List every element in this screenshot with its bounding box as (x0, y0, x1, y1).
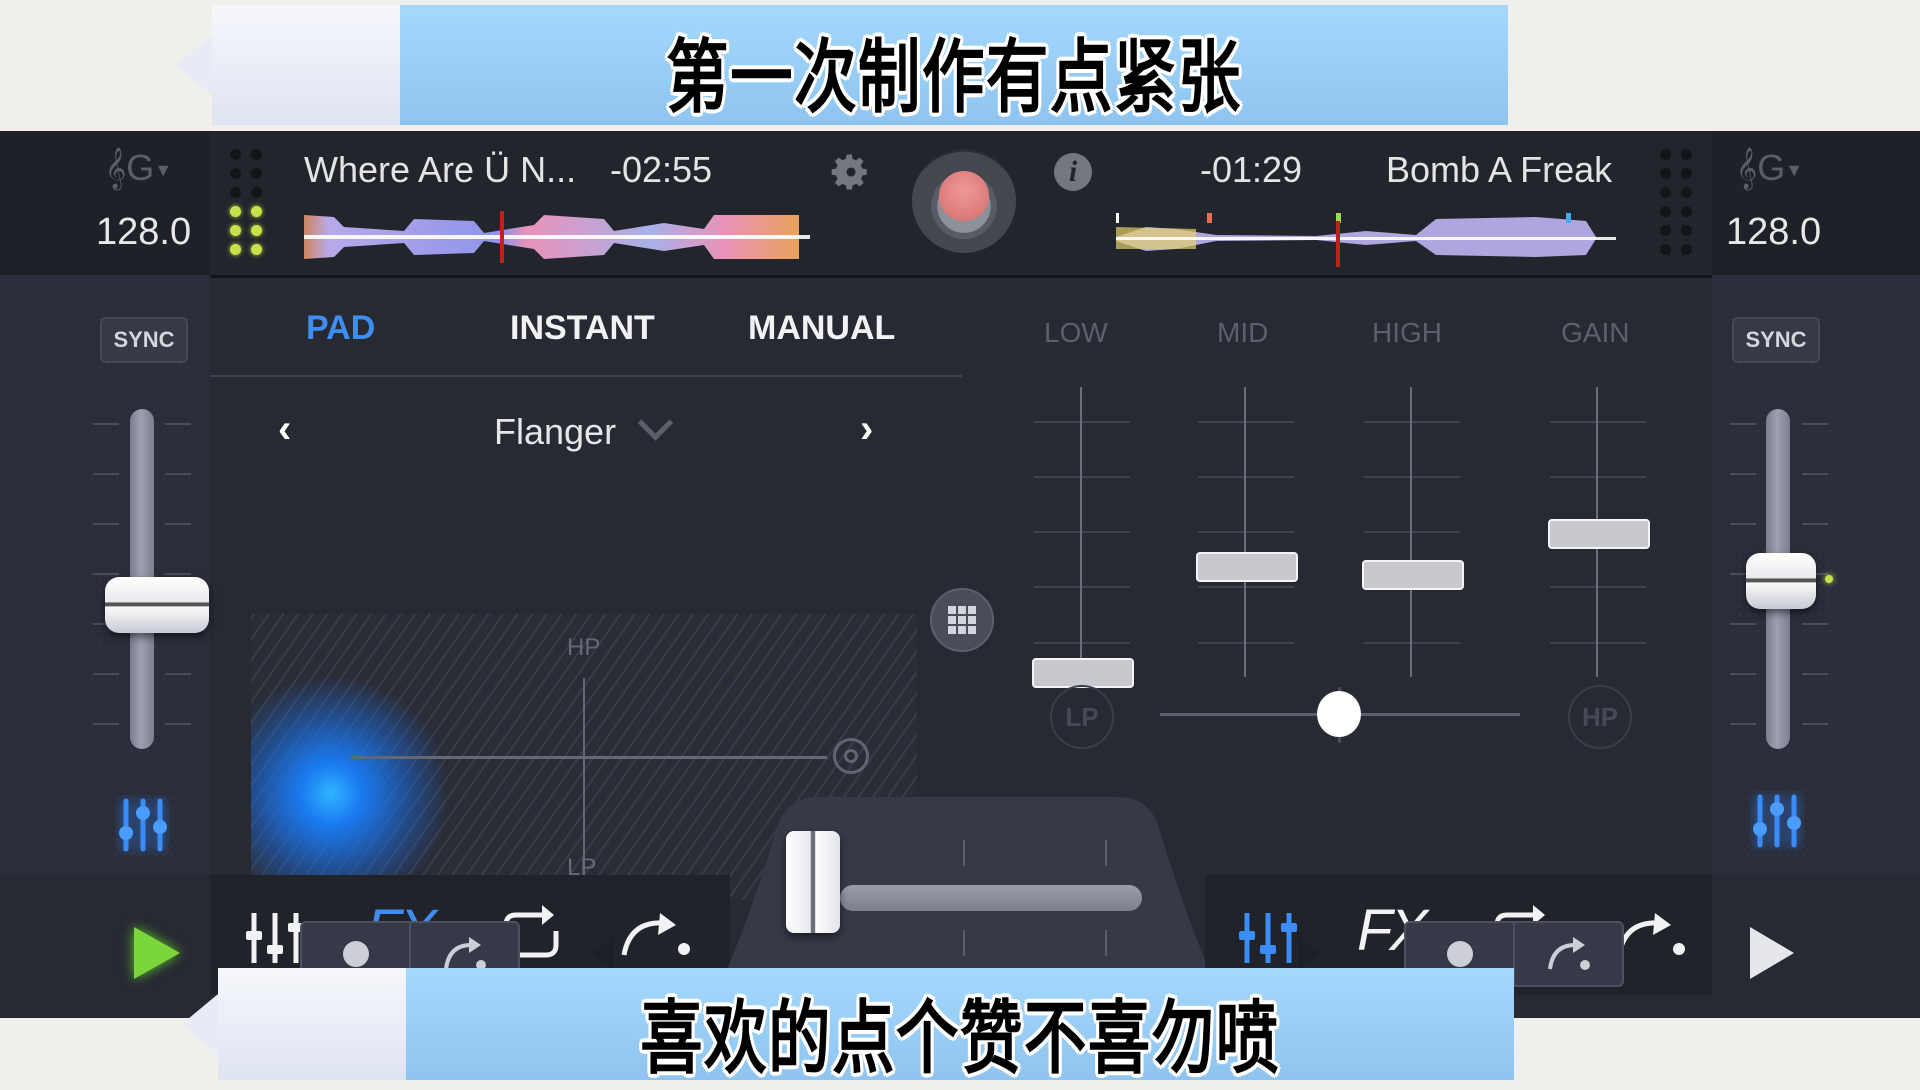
pad-horizontal-line (351, 756, 827, 759)
deck-header: 𝄞G▼ 128.0 Where Are Ü N... -02:55 i -01:… (0, 131, 1920, 278)
eq-panel: LOW MID HIGH GAIN LP HP (1000, 275, 1712, 875)
eq-slider-high[interactable] (1362, 387, 1464, 679)
filter-knob[interactable] (1317, 691, 1361, 737)
right-key-selector[interactable]: 𝄞G▼ (1736, 147, 1803, 190)
eq-label-low: LOW (1044, 317, 1108, 348)
caption-notch (182, 994, 218, 1054)
top-caption-text: 第一次制作有点紧张 (666, 31, 1242, 124)
caption-notch (176, 35, 212, 95)
crossfader-track[interactable] (840, 885, 1142, 911)
treble-clef-icon: 𝄞 (1736, 147, 1758, 188)
dropdown-arrow-icon: ▼ (1785, 159, 1804, 180)
right-pitch-panel: SYNC (1712, 275, 1920, 875)
info-icon[interactable]: i (1054, 153, 1092, 191)
eq-slider-gain[interactable] (1548, 387, 1650, 679)
sampler-icon[interactable] (620, 913, 692, 962)
record-icon (939, 171, 989, 221)
mixer-icon[interactable] (116, 795, 170, 860)
caption-left-tab (212, 5, 400, 125)
treble-clef-icon: 𝄞 (105, 147, 127, 188)
left-pitch-panel: SYNC (0, 275, 210, 875)
left-key-column: 𝄞G▼ 128.0 (0, 131, 210, 275)
pad-hp-label: HP (567, 634, 601, 661)
left-time-remaining: -02:55 (610, 149, 713, 190)
target-icon (833, 738, 869, 774)
tab-instant[interactable]: INSTANT (510, 309, 655, 348)
effect-name: Flanger (494, 411, 617, 452)
next-effect-button[interactable]: › (860, 407, 873, 452)
left-level-meter (230, 149, 263, 255)
effect-selector[interactable]: Flanger (494, 405, 673, 453)
eq-knob-high[interactable] (1362, 560, 1464, 590)
sampler-icon (443, 937, 486, 970)
mixer-icon[interactable] (1750, 791, 1804, 856)
right-waveform[interactable] (1116, 207, 1616, 267)
grid-button[interactable] (930, 588, 994, 652)
touch-point-glow (251, 674, 451, 900)
left-key-selector[interactable]: 𝄞G▼ (105, 147, 172, 190)
right-track-title[interactable]: Bomb A Freak (1386, 149, 1612, 191)
mixer-icon[interactable] (1237, 909, 1303, 972)
right-pitch-fader-knob[interactable] (1746, 553, 1816, 609)
pitch-indicator-led (1825, 575, 1833, 583)
right-key-column: 𝄞G▼ 128.0 (1712, 131, 1920, 275)
top-caption-banner: 第一次制作有点紧张 (176, 5, 1508, 125)
right-level-meter (1660, 149, 1693, 255)
eq-knob-low[interactable] (1032, 658, 1134, 688)
bottom-caption-text: 喜欢的点个赞不喜勿喷 (640, 992, 1280, 1085)
sampler-icon (1547, 937, 1590, 970)
eq-slider-low[interactable] (1032, 387, 1134, 688)
record-button[interactable] (912, 149, 1016, 253)
tabs-divider (210, 375, 962, 377)
bottom-caption-banner: 喜欢的点个赞不喜勿喷 (182, 968, 1514, 1085)
right-sampler-button[interactable] (1513, 923, 1622, 985)
eq-label-high: HIGH (1372, 317, 1442, 348)
left-waveform[interactable] (304, 211, 810, 263)
right-bpm: 128.0 (1726, 211, 1822, 253)
right-time-remaining: -01:29 (1200, 149, 1303, 190)
sampler-icon[interactable] (1615, 913, 1687, 962)
left-nudge-arrow[interactable] (592, 935, 614, 971)
eq-label-mid: MID (1217, 317, 1269, 348)
eq-knob-gain[interactable] (1548, 519, 1650, 549)
filter-slider[interactable] (1160, 687, 1520, 743)
right-play-button[interactable] (1750, 927, 1794, 979)
dropdown-arrow-icon: ▼ (154, 159, 173, 180)
eq-knob-mid[interactable] (1196, 552, 1298, 582)
lp-filter-button[interactable]: LP (1050, 685, 1114, 749)
eq-slider-mid[interactable] (1196, 387, 1298, 679)
dj-app: 𝄞G▼ 128.0 Where Are Ü N... -02:55 i -01:… (0, 131, 1920, 1018)
caption-left-tab (218, 968, 406, 1080)
grid-icon (948, 606, 976, 634)
prev-effect-button[interactable]: ‹ (278, 407, 291, 452)
left-bpm: 128.0 (96, 211, 192, 253)
left-play-button[interactable] (134, 927, 180, 979)
eq-label-gain: GAIN (1561, 317, 1630, 348)
left-track-title[interactable]: Where Are Ü N... (304, 149, 576, 191)
right-nudge-arrow[interactable] (1298, 935, 1320, 971)
chevron-down-icon (637, 405, 673, 441)
right-sync-button[interactable]: SYNC (1732, 317, 1820, 363)
left-pitch-fader-knob[interactable] (105, 577, 209, 633)
right-playhead (1336, 221, 1340, 267)
gear-icon[interactable] (830, 151, 872, 193)
tab-pad[interactable]: PAD (306, 309, 375, 348)
tab-manual[interactable]: MANUAL (748, 309, 895, 348)
left-sync-button[interactable]: SYNC (100, 317, 188, 363)
cue-dot-icon (1446, 941, 1473, 967)
cue-dot-icon (342, 941, 369, 967)
crossfader-knob[interactable] (786, 831, 840, 933)
fx-panel: PAD INSTANT MANUAL ‹ Flanger › HP LP (210, 275, 962, 900)
left-playhead (500, 211, 504, 263)
hp-filter-button[interactable]: HP (1568, 685, 1632, 749)
